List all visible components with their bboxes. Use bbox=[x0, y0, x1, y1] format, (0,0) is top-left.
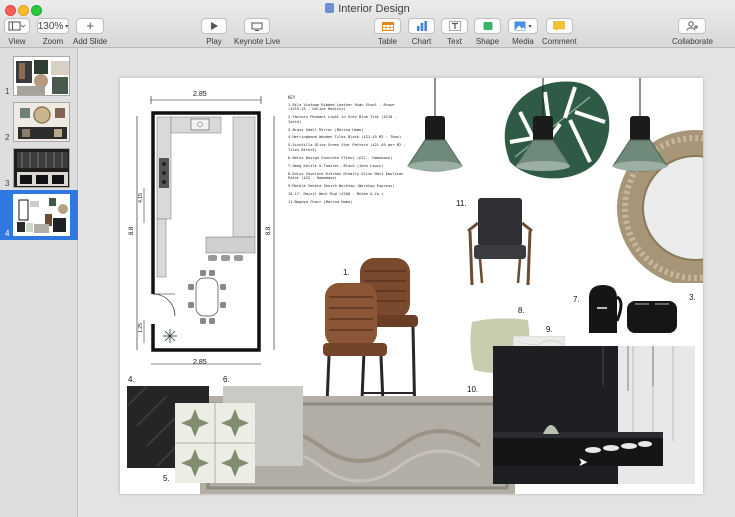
kitchen-floor-plan[interactable] bbox=[126, 88, 286, 378]
plus-icon: + bbox=[86, 18, 94, 33]
key-item: 7.Smeg Kettle & Toaster, Black (John Lew… bbox=[288, 163, 384, 168]
key-item: 3.Brass Small Mirror (Marina Home) bbox=[288, 127, 364, 132]
slide-number: 2 bbox=[5, 133, 10, 142]
label-10: 10. bbox=[467, 385, 479, 394]
shape-label: Shape bbox=[475, 37, 500, 46]
comment-label: Comment bbox=[542, 37, 577, 46]
text-button[interactable]: Text bbox=[441, 18, 468, 46]
pendant-light-right[interactable] bbox=[595, 78, 685, 188]
plan-dimension-lower: 1.25 bbox=[137, 323, 144, 333]
view-label: View bbox=[8, 37, 26, 46]
slide-4-moodboard[interactable]: 2.85 2.85 8.8 8.8 4.15 1.25 KEY 1.Rila V… bbox=[120, 78, 703, 494]
slide-number: 1 bbox=[5, 87, 10, 96]
slide-preview bbox=[13, 148, 70, 188]
add-slide-button[interactable]: + Add Slide bbox=[73, 18, 107, 46]
window-title: Interior Design bbox=[0, 3, 735, 15]
sidebar-layout-icon bbox=[8, 21, 26, 31]
text-box-icon bbox=[448, 21, 461, 31]
collaborate-label: Collaborate bbox=[672, 37, 713, 46]
shape-icon bbox=[483, 22, 492, 30]
label-5: 5. bbox=[163, 474, 170, 483]
add-slide-label: Add Slide bbox=[73, 37, 108, 46]
toolbar: Interior Design View 130% ▾ Zoom + Add Sl… bbox=[0, 0, 735, 48]
label-2: 2. bbox=[425, 121, 432, 130]
plan-dimension-upper: 4.15 bbox=[137, 193, 144, 203]
plan-dimension-left: 8.8 bbox=[129, 226, 136, 236]
table-label: Table bbox=[377, 37, 398, 46]
plan-dimension-right: 8.8 bbox=[266, 226, 273, 236]
bar-chart-icon bbox=[416, 21, 427, 31]
key-item: 10.17. Dazzil Wool Rug (£200 - McGee & C… bbox=[288, 191, 384, 196]
key-item: 8.Dulux Covelare Kitchen Drearly Olive M… bbox=[288, 171, 404, 181]
label-1: 1. bbox=[343, 268, 350, 277]
slide-navigator: 1 2 3 4 bbox=[0, 48, 78, 517]
play-icon bbox=[211, 22, 218, 30]
keynote-live-label: Keynote Live bbox=[234, 37, 281, 46]
table-icon bbox=[381, 21, 394, 31]
nagoya-chair-image[interactable] bbox=[460, 193, 540, 288]
media-button[interactable]: ▾ Media bbox=[508, 18, 538, 46]
label-9: 9. bbox=[546, 325, 553, 334]
media-image-icon bbox=[514, 21, 526, 31]
slide-thumbnail-4-selected[interactable]: 4 bbox=[0, 190, 78, 240]
key-item: 11.Nagoya Chair (Marina Home) bbox=[288, 199, 353, 204]
key-item: 5.Scintilla Olive Green Star Pattern (£2… bbox=[288, 143, 406, 152]
label-7: 7. bbox=[573, 295, 580, 304]
keynote-document-icon bbox=[325, 3, 335, 13]
smeg-kettle-toaster-image[interactable] bbox=[585, 283, 685, 338]
media-label: Media bbox=[512, 37, 534, 46]
keynote-live-icon bbox=[251, 22, 263, 31]
chart-button[interactable]: Chart bbox=[408, 18, 435, 46]
label-4: 4. bbox=[128, 375, 135, 384]
pendant-light bbox=[515, 78, 571, 172]
product-key[interactable]: KEY 1.Rila Vintage Ribbed Leather High S… bbox=[288, 95, 408, 208]
slide-canvas[interactable]: 2.85 2.85 8.8 8.8 4.15 1.25 KEY 1.Rila V… bbox=[79, 48, 735, 517]
zoom-label: Zoom bbox=[42, 37, 64, 46]
table-button[interactable]: Table bbox=[374, 18, 401, 46]
key-title: KEY bbox=[288, 95, 296, 100]
collaborate-icon bbox=[686, 21, 698, 31]
slide-preview bbox=[13, 102, 70, 142]
comment-button[interactable]: Comment bbox=[542, 18, 577, 46]
key-item: 4.Herringbone Wooden Tiles Black (£21.45… bbox=[288, 135, 402, 140]
plan-dimension-top: 2.85 bbox=[193, 91, 207, 98]
slide-number: 3 bbox=[5, 179, 10, 188]
chevron-down-icon: ▾ bbox=[65, 23, 69, 30]
comment-icon bbox=[553, 21, 566, 31]
play-label: Play bbox=[206, 37, 222, 46]
keynote-window: Interior Design View 130% ▾ Zoom + Add Sl… bbox=[0, 0, 735, 517]
zoom-menu[interactable]: 130% ▾ Zoom bbox=[37, 18, 69, 46]
text-label: Text bbox=[447, 37, 462, 46]
slide-thumbnail-2[interactable]: 2 bbox=[0, 98, 78, 144]
key-item: 6.Bolus Design Concrete Effect (£22 - Ho… bbox=[288, 155, 393, 160]
keynote-live-button[interactable]: Keynote Live bbox=[234, 18, 280, 46]
chart-label: Chart bbox=[411, 37, 432, 46]
pendant-light bbox=[407, 78, 463, 172]
shape-button[interactable]: Shape bbox=[474, 18, 501, 46]
label-3: 3. bbox=[689, 293, 696, 302]
key-item: 9.Marble Veneta Zenith Worktop (Worktop … bbox=[288, 184, 395, 189]
label-6: 6. bbox=[223, 375, 230, 384]
black-kitchen-photo[interactable] bbox=[493, 346, 695, 484]
collaborate-button[interactable]: Collaborate bbox=[672, 18, 713, 46]
chevron-down-icon: ▾ bbox=[528, 23, 532, 30]
key-item: 1.Rila Vintage Ribbed Leather High Stool… bbox=[288, 102, 395, 112]
view-button[interactable]: View bbox=[4, 18, 30, 46]
play-button[interactable]: Play bbox=[201, 18, 227, 46]
mouse-cursor-icon: ➤ bbox=[578, 455, 589, 469]
zoom-value: 130% bbox=[37, 20, 64, 32]
slide-thumbnail-3[interactable]: 3 bbox=[0, 144, 78, 190]
label-11: 11. bbox=[456, 199, 467, 208]
slide-number: 4 bbox=[5, 229, 10, 238]
olive-star-pattern-tile[interactable] bbox=[175, 403, 255, 483]
slide-thumbnail-1[interactable]: 1 bbox=[0, 52, 78, 98]
slide-preview bbox=[13, 194, 70, 236]
slide-preview bbox=[13, 56, 70, 96]
label-8: 8. bbox=[518, 306, 525, 315]
plan-dimension-bottom: 2.85 bbox=[193, 359, 207, 366]
key-item: 2.Factory Pendant Light in Grey Blue Tin… bbox=[288, 115, 397, 124]
